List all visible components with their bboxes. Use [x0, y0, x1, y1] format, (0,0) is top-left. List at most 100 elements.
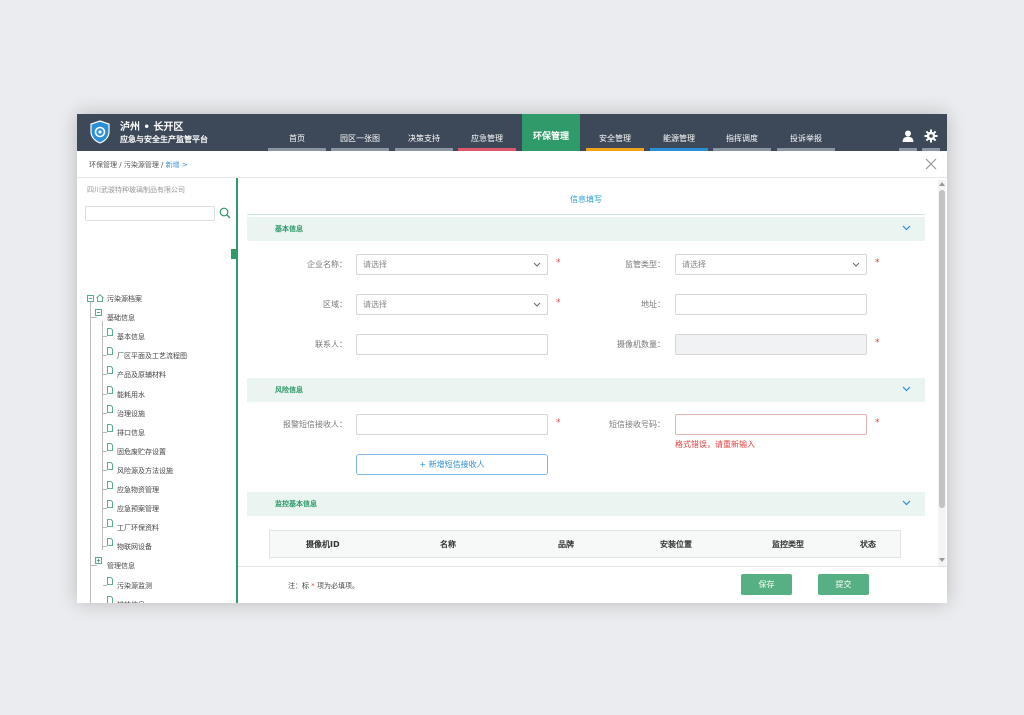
- sidebar-search-input[interactable]: [85, 206, 215, 221]
- scrollbar-thumb[interactable]: [939, 190, 945, 508]
- user-icon[interactable]: [899, 128, 917, 151]
- file-icon: [107, 577, 113, 585]
- file-icon: [107, 347, 113, 355]
- home-icon: [96, 294, 104, 302]
- region-select[interactable]: 请选择: [356, 294, 548, 315]
- alarm-receiver-input[interactable]: [356, 414, 548, 435]
- sidebar-tree-item[interactable]: 基本信息: [117, 332, 145, 342]
- required-mark: *: [875, 338, 880, 348]
- file-icon: [107, 481, 113, 489]
- sidebar-divider: [236, 178, 238, 603]
- submit-button[interactable]: 提交: [818, 574, 869, 595]
- column-status: 状态: [860, 540, 876, 549]
- required-mark: *: [556, 298, 561, 308]
- form-panel: 信息填写 基本信息 企业名称： 请选择 * 监管类型： 请选择 * 区域： 请选…: [247, 180, 937, 566]
- chevron-down-icon[interactable]: [902, 386, 911, 392]
- scroll-down-arrow-icon[interactable]: [939, 557, 945, 563]
- expand-icon[interactable]: [95, 557, 102, 564]
- chevron-down-icon[interactable]: [902, 500, 911, 506]
- error-message: 格式错误，请重新输入: [675, 440, 755, 449]
- chevron-down-icon: [852, 262, 860, 267]
- section-monitor-info[interactable]: 监控基本信息: [247, 492, 925, 516]
- nav-energy-management[interactable]: 能源管理: [650, 114, 708, 151]
- sidebar-tree-item[interactable]: 应急物资管理: [117, 485, 159, 495]
- region-label: 区域：: [323, 300, 347, 309]
- sidebar-tree-item[interactable]: 能耗用水: [117, 390, 145, 400]
- chevron-down-icon: [533, 302, 541, 307]
- nav-emergency-management[interactable]: 应急管理: [458, 114, 516, 151]
- company-name: 四川武骏特种玻璃制品有限公司: [87, 186, 185, 194]
- sidebar-tree-item[interactable]: 污染源监测: [117, 581, 152, 591]
- file-icon: [107, 386, 113, 394]
- sidebar-tree-item[interactable]: 固危废贮存设置: [117, 447, 166, 457]
- column-camera-id: 摄像机ID: [306, 540, 340, 549]
- sidebar-tree-item[interactable]: 管理信息: [107, 561, 135, 571]
- file-icon: [107, 443, 113, 451]
- sidebar-tree-item[interactable]: 风险源及方法设施: [117, 466, 173, 476]
- sidebar-tree-item[interactable]: 污染源档案: [107, 294, 142, 304]
- sidebar-tree-item[interactable]: 工厂环保资料: [117, 523, 159, 533]
- address-label: 地址：: [641, 300, 665, 309]
- supervise-type-select[interactable]: 请选择: [675, 254, 867, 275]
- file-icon: [107, 462, 113, 470]
- sms-number-label: 短信接收号码：: [609, 420, 665, 429]
- camera-count-field: [675, 334, 867, 355]
- search-icon[interactable]: [219, 207, 231, 219]
- required-mark: *: [556, 418, 561, 428]
- column-brand: 品牌: [558, 540, 574, 549]
- shield-logo-icon: [90, 120, 110, 144]
- company-name-label: 企业名称：: [307, 260, 347, 269]
- nav-command-dispatch[interactable]: 指挥调度: [713, 114, 771, 151]
- sidebar-tree-item[interactable]: 基础信息: [107, 313, 135, 323]
- sms-number-input[interactable]: [675, 414, 867, 435]
- required-mark: *: [875, 258, 880, 268]
- add-receiver-button[interactable]: + 新增短信接收人: [356, 454, 548, 475]
- sidebar-tree-item[interactable]: 治理设施: [117, 409, 145, 419]
- section-risk-info[interactable]: 风险信息: [247, 378, 925, 402]
- sidebar-active-marker: [231, 249, 236, 259]
- file-icon: [107, 405, 113, 413]
- nav-home[interactable]: 首页: [268, 114, 326, 151]
- breadcrumb-pollution-source[interactable]: 污染源管理 /: [124, 161, 164, 169]
- scroll-up-arrow-icon[interactable]: [939, 181, 945, 187]
- address-input[interactable]: [675, 294, 867, 315]
- supervise-type-label: 监管类型：: [625, 260, 665, 269]
- contact-input[interactable]: [356, 334, 548, 355]
- brand-subtitle: 应急与安全生产监管平台: [120, 135, 208, 144]
- breadcrumb-current: 新增 >: [165, 161, 188, 169]
- form-footer: 注：标 * 项为必填项。 保存 提交: [238, 566, 947, 603]
- top-navigation-bar: 泸州 • 长开区 应急与安全生产监管平台 首页 园区一张图 决策支持 应急管理 …: [77, 114, 947, 151]
- form-title: 信息填写: [247, 180, 925, 215]
- sidebar-tree-item[interactable]: 物联网设备: [117, 542, 152, 552]
- gear-icon[interactable]: [922, 128, 940, 151]
- nav-complaint-report[interactable]: 投诉举报: [777, 114, 835, 151]
- save-button[interactable]: 保存: [741, 574, 792, 595]
- column-install-location: 安装位置: [660, 540, 692, 549]
- close-icon[interactable]: [925, 158, 937, 170]
- file-icon: [107, 424, 113, 432]
- required-note: 注：标 * 项为必填项。: [288, 582, 359, 590]
- nav-safety-management[interactable]: 安全管理: [586, 114, 644, 151]
- nav-environment-management[interactable]: 环保管理: [522, 114, 580, 151]
- nav-decision-support[interactable]: 决策支持: [395, 114, 453, 151]
- section-basic-info[interactable]: 基本信息: [247, 217, 925, 241]
- file-icon: [107, 500, 113, 508]
- sidebar-tree-item[interactable]: 厂区平面及工艺流程图: [117, 351, 187, 361]
- brand: 泸州 • 长开区 应急与安全生产监管平台: [120, 122, 208, 146]
- sidebar-tree-item[interactable]: 排口信息: [117, 428, 145, 438]
- column-name: 名称: [440, 540, 456, 549]
- brand-title: 泸州 • 长开区: [120, 122, 184, 133]
- breadcrumb: 环保管理 / 污染源管理 / 新增 >: [89, 160, 188, 170]
- collapse-icon[interactable]: [95, 309, 102, 316]
- sidebar-tree-item[interactable]: 排放信息: [117, 600, 145, 603]
- collapse-icon[interactable]: [87, 295, 94, 302]
- app-window: 泸州 • 长开区 应急与安全生产监管平台 首页 园区一张图 决策支持 应急管理 …: [77, 114, 947, 603]
- chevron-down-icon: [533, 262, 541, 267]
- nav-park-map[interactable]: 园区一张图: [331, 114, 389, 151]
- company-name-select[interactable]: 请选择: [356, 254, 548, 275]
- required-mark: *: [875, 418, 880, 428]
- sidebar-tree-item[interactable]: 应急预案管理: [117, 504, 159, 514]
- sidebar-tree-item[interactable]: 产品及原辅材料: [117, 370, 166, 380]
- chevron-down-icon[interactable]: [902, 225, 911, 231]
- breadcrumb-environment[interactable]: 环保管理 /: [89, 161, 122, 169]
